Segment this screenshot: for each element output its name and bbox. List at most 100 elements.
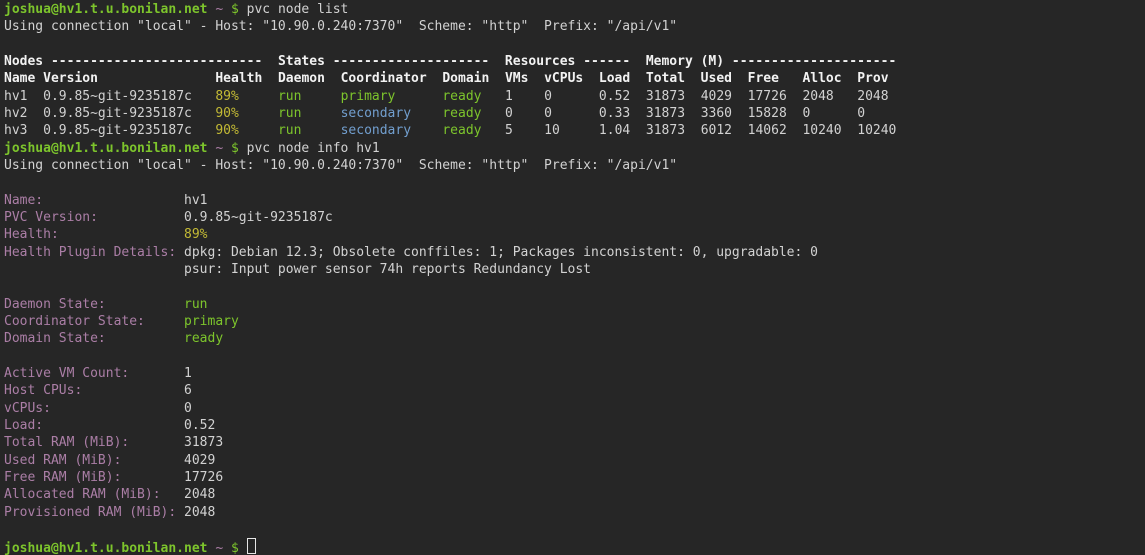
field-label: Provisioned RAM (MiB):	[4, 505, 176, 520]
text-segment: 1	[505, 89, 513, 104]
spacing	[513, 123, 544, 138]
text-segment: 31873	[646, 106, 685, 121]
spacing	[176, 245, 184, 260]
text-segment: 31873	[646, 123, 685, 138]
spacing	[98, 71, 215, 86]
spacing	[192, 106, 215, 121]
terminal-cursor	[247, 538, 256, 554]
spacing	[301, 106, 340, 121]
table-column-header: Name Version Health Daemon Coordinator D…	[0, 70, 1145, 87]
text-segment: 0	[544, 106, 552, 121]
node-name: hv2	[4, 106, 27, 121]
field-value: 1	[184, 366, 192, 381]
spacing	[192, 123, 215, 138]
spacing	[787, 123, 803, 138]
info-row-health: Health: 89%	[0, 226, 1145, 243]
text-segment: 17726	[748, 89, 787, 104]
text-segment: Coordinator	[341, 71, 427, 86]
spacing	[482, 89, 505, 104]
prompt-line-2: joshua@hv1.t.u.bonilan.net ~ $ pvc node …	[0, 140, 1145, 157]
text-segment: 10240	[802, 123, 841, 138]
spacing	[552, 89, 599, 104]
spacing	[106, 331, 184, 346]
spacing	[630, 106, 646, 121]
health-value: 90%	[215, 106, 238, 121]
prompt-user-host: joshua@hv1.t.u.bonilan.net	[4, 541, 208, 555]
spacing	[732, 89, 748, 104]
prompt-line-1: joshua@hv1.t.u.bonilan.net ~ $ pvc node …	[0, 1, 1145, 18]
field-label: Allocated RAM (MiB):	[4, 487, 161, 502]
field-value: psur: Input power sensor 74h reports Red…	[184, 262, 591, 277]
text-segment: 6012	[701, 123, 732, 138]
spacing	[82, 383, 184, 398]
field-label: Total RAM (MiB):	[4, 435, 129, 450]
spacing	[630, 123, 646, 138]
coordinator-state: primary	[341, 89, 396, 104]
field-value: 0.9.85~git-9235187c	[184, 210, 333, 225]
spacing	[239, 106, 278, 121]
info-row-host-cpus: Host CPUs: 6	[0, 382, 1145, 399]
field-label: Domain State:	[4, 331, 106, 346]
info-row-name: Name: hv1	[0, 192, 1145, 209]
field-value: 0.52	[184, 418, 215, 433]
domain-state: ready	[442, 123, 481, 138]
text-segment	[223, 141, 231, 156]
spacing	[732, 123, 748, 138]
spacing	[842, 71, 858, 86]
spacing	[583, 71, 599, 86]
spacing	[482, 106, 505, 121]
info-row-allocated-ram: Allocated RAM (MiB): 2048	[0, 486, 1145, 503]
field-value: ready	[184, 331, 223, 346]
field-label: Load:	[4, 418, 43, 433]
spacing	[427, 71, 443, 86]
text-segment: Memory (M) ---------------------	[646, 54, 896, 69]
spacing	[732, 106, 748, 121]
text-segment: 15828	[748, 106, 787, 121]
node-name: hv3	[4, 123, 27, 138]
prompt-line-3: joshua@hv1.t.u.bonilan.net ~ $	[0, 538, 1145, 555]
text-segment: 0	[857, 106, 865, 121]
field-label: PVC Version:	[4, 210, 98, 225]
field-label: Name:	[4, 193, 43, 208]
spacing	[262, 71, 278, 86]
field-label: Daemon State:	[4, 297, 106, 312]
field-value: hv1	[184, 193, 207, 208]
spacing	[552, 106, 599, 121]
field-label: Health:	[4, 227, 59, 242]
info-row-pvc-version: PVC Version: 0.9.85~git-9235187c	[0, 209, 1145, 226]
field-label: Host CPUs:	[4, 383, 82, 398]
blank-line	[0, 521, 1145, 538]
spacing	[685, 106, 701, 121]
spacing	[787, 89, 803, 104]
field-value: 4029	[184, 453, 215, 468]
spacing	[129, 366, 184, 381]
blank-line	[0, 174, 1145, 191]
info-row-coordinator-state: Coordinator State: primary	[0, 313, 1145, 330]
text-segment: Health	[215, 71, 262, 86]
text-segment: 0.9.85~git-9235187c	[43, 123, 192, 138]
text-segment: 2048	[802, 89, 833, 104]
spacing	[482, 123, 505, 138]
field-value: primary	[184, 314, 239, 329]
spacing	[301, 123, 340, 138]
spacing	[106, 297, 184, 312]
domain-state: ready	[442, 89, 481, 104]
coordinator-state: secondary	[341, 123, 411, 138]
text-segment: Used	[701, 71, 732, 86]
text-segment: 3360	[701, 106, 732, 121]
text-segment: Daemon	[278, 71, 325, 86]
spacing	[145, 314, 184, 329]
field-label: Active VM Count:	[4, 366, 129, 381]
spacing	[239, 89, 278, 104]
spacing	[161, 487, 184, 502]
info-row-domain-state: Domain State: ready	[0, 330, 1145, 347]
command-text: pvc node list	[239, 2, 349, 17]
spacing	[411, 106, 442, 121]
connection-info-line: Using connection "local" - Host: "10.90.…	[0, 18, 1145, 35]
blank-line	[0, 348, 1145, 365]
prompt-dollar: $	[231, 141, 239, 156]
blank-line	[0, 36, 1145, 53]
spacing	[779, 71, 802, 86]
terminal-screen[interactable]: joshua@hv1.t.u.bonilan.net ~ $ pvc node …	[0, 0, 1145, 555]
spacing	[560, 123, 599, 138]
